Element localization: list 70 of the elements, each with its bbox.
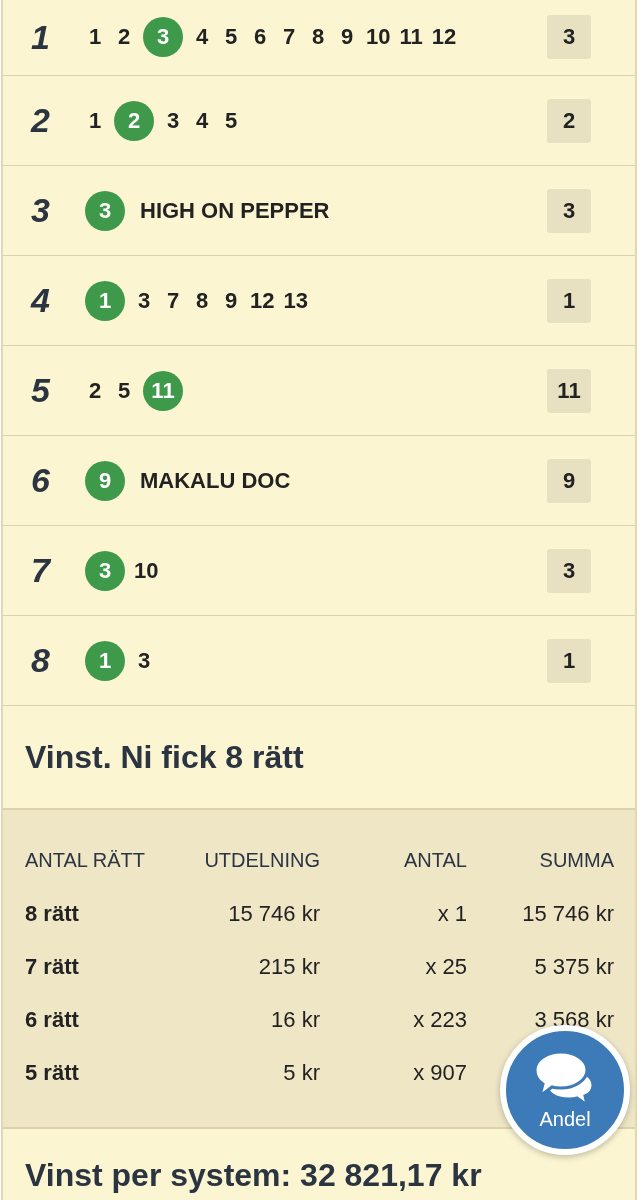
winning-pick: 3 [143, 17, 183, 57]
pick-number: 3 [136, 647, 152, 674]
pick-number: 12 [250, 287, 275, 314]
leg-number: 8 [31, 641, 51, 680]
result-number: 3 [547, 548, 591, 593]
result-number: 3 [547, 188, 591, 233]
pick-number: 1 [87, 24, 103, 50]
winning-pick: 1 [85, 280, 125, 321]
table-cell-text: 215 kr [257, 952, 320, 981]
leg-number: 4 [31, 281, 51, 320]
table-cell-text: x 223 [412, 1005, 467, 1034]
pick-number: 13 [283, 287, 308, 314]
horse-name: HIGH ON PEPPER [140, 197, 330, 224]
pick-number: 9 [339, 24, 355, 50]
pick-number: 8 [194, 287, 210, 314]
result-number: 3 [547, 15, 591, 59]
leg-number: 1 [31, 17, 51, 57]
leg-number: 7 [31, 551, 52, 590]
leg-number: 6 [31, 461, 51, 500]
pick-number: 8 [310, 24, 326, 50]
leg-number: 5 [31, 371, 52, 410]
table-cell-text: 8 rätt [25, 899, 80, 928]
table-cell-text: x 1 [436, 899, 467, 928]
table-cell-text: 5 rätt [25, 1058, 80, 1087]
table-cell-text: 5 375 kr [533, 952, 614, 981]
result-number: 2 [547, 98, 591, 143]
pick-number: 12 [431, 24, 457, 50]
pick-number: 5 [223, 107, 239, 134]
table-cell-text: x 907 [412, 1058, 467, 1087]
pick-number: 2 [116, 24, 132, 50]
leg-number: 2 [31, 101, 51, 140]
pick-number: 6 [252, 24, 268, 50]
column-header: SUMMA [538, 848, 614, 873]
winning-pick: 3 [85, 550, 125, 591]
result-number: 1 [547, 638, 591, 683]
result-number: 11 [547, 368, 591, 413]
table-cell-text: 16 kr [270, 1005, 320, 1034]
leg-number: 3 [31, 191, 51, 230]
pick-number: 9 [223, 287, 239, 314]
pick-number: 3 [136, 287, 152, 314]
pick-number: 10 [134, 557, 159, 584]
pick-number: 7 [281, 24, 297, 50]
table-cell-text: 5 kr [282, 1058, 320, 1087]
pick-number: 4 [194, 24, 210, 50]
pick-number: 2 [87, 377, 103, 404]
pick-number: 7 [165, 287, 181, 314]
result-number: 1 [547, 278, 591, 323]
column-header: ANTAL [403, 848, 467, 873]
result-number: 9 [547, 458, 591, 503]
pick-number: 11 [399, 24, 423, 50]
pick-number: 4 [194, 107, 210, 134]
column-header: UTDELNING [203, 848, 320, 873]
table-cell-text: 7 rätt [25, 952, 80, 981]
pick-number: 3 [165, 107, 181, 134]
horse-name: MAKALU DOC [140, 467, 291, 494]
table-cell-text: 15 746 kr [227, 899, 320, 928]
winning-pick: 1 [85, 640, 125, 681]
pick-number: 5 [223, 24, 239, 50]
table-cell-text: 6 rätt [25, 1005, 80, 1034]
table-cell-text: 15 746 kr [521, 899, 614, 928]
table-cell-text: x 25 [424, 952, 467, 981]
winning-pick: 3 [85, 190, 125, 231]
column-header: ANTAL RÄTT [25, 848, 146, 873]
winning-pick: 11 [143, 370, 183, 411]
pick-number: 5 [116, 377, 132, 404]
winning-pick: 2 [114, 100, 154, 141]
pick-number: 1 [87, 107, 103, 134]
winning-pick: 9 [85, 460, 125, 501]
pick-number: 10 [366, 24, 391, 50]
system-total: Vinst per system: 32 821,17 kr [24, 1156, 483, 1195]
